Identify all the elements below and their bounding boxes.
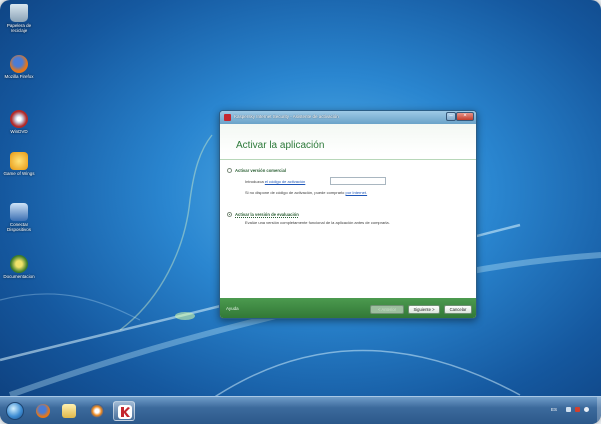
window-title: Kaspersky Internet Security - Asistente … [234,114,339,119]
kaspersky-icon [224,114,231,121]
folder-icon [62,404,76,418]
show-desktop-button[interactable] [597,397,601,424]
option-trial-label[interactable]: Activar la versión de evaluación [235,212,299,217]
desktop-icon-label: Documentacion [3,274,35,279]
buy-online-link[interactable]: por Internet. [346,190,368,195]
option-commercial-label[interactable]: Activar versión comercial [235,168,286,173]
desktop-icon-installer[interactable]: Documentacion [2,255,36,279]
tray-flag-icon[interactable] [566,407,571,412]
no-code-text: Si no dispone de código de activación, p… [245,190,345,195]
back-button[interactable]: < Anterior [370,305,404,314]
game-icon [10,152,28,170]
desktop-icon-label: Conectar Dispositivos [6,222,31,232]
desktop-icon-game[interactable]: Game of Wings [2,152,36,176]
kaspersky-icon [118,405,132,419]
firefox-icon [36,404,50,418]
divider [220,159,476,160]
code-prefix: Introduzca [245,179,264,184]
close-button[interactable]: × [456,112,474,121]
desktop-icon-dvd[interactable]: WinDVD [2,110,36,134]
next-button[interactable]: Siguiente > [408,305,440,314]
desktop-icon-firefox[interactable]: Mozilla Firefox [2,55,36,79]
installer-icon [10,255,28,273]
desktop-icon-network[interactable]: Conectar Dispositivos [2,203,36,232]
language-indicator[interactable]: ES [551,407,557,412]
desktop-icon-label: Papelera de reciclaje [6,23,32,33]
firefox-icon [10,55,28,73]
minimize-button[interactable]: – [446,112,456,121]
desktop-icon-label: WinDVD [10,129,28,134]
tray-network-icon[interactable] [584,407,589,412]
recycle-bin-icon [10,4,28,22]
taskbar-item-kaspersky[interactable] [113,401,135,421]
desktop-icon-label: Game of Wings [3,171,35,176]
activation-code-link[interactable]: el código de activación [265,179,305,184]
desktop-icon-recycle-bin[interactable]: Papelera de reciclaje [2,4,36,33]
option-trial-description: Evalúe una versión completamente funcion… [245,220,390,225]
wizard-content: Activar la aplicación Activar versión co… [220,124,476,298]
page-title: Activar la aplicación [236,140,325,151]
tray-kaspersky-icon[interactable] [575,407,580,412]
media-player-icon [90,404,104,418]
cancel-button[interactable]: Cancelar [444,305,472,314]
code-row: Introduzca el código de activación [245,179,305,184]
activation-wizard-window: Kaspersky Internet Security - Asistente … [219,110,477,319]
taskbar-item-media-player[interactable] [86,401,108,421]
start-button[interactable] [6,402,24,420]
desktop-icon-label: Mozilla Firefox [4,74,34,79]
desktop: Papelera de reciclaje Mozilla Firefox Wi… [0,0,601,424]
activation-code-input[interactable] [330,177,386,185]
window-titlebar[interactable]: Kaspersky Internet Security - Asistente … [220,111,476,124]
wizard-footer: Ayuda < Anterior Siguiente > Cancelar [220,298,476,318]
network-icon [10,203,28,221]
taskbar: ES [0,396,601,424]
help-link[interactable]: Ayuda [226,306,239,311]
taskbar-item-folder[interactable] [58,401,80,421]
radio-trial[interactable] [227,212,232,217]
taskbar-item-firefox[interactable] [32,401,54,421]
dvd-icon [10,110,28,128]
buy-row: Si no dispone de código de activación, p… [245,190,367,195]
radio-commercial[interactable] [227,168,232,173]
